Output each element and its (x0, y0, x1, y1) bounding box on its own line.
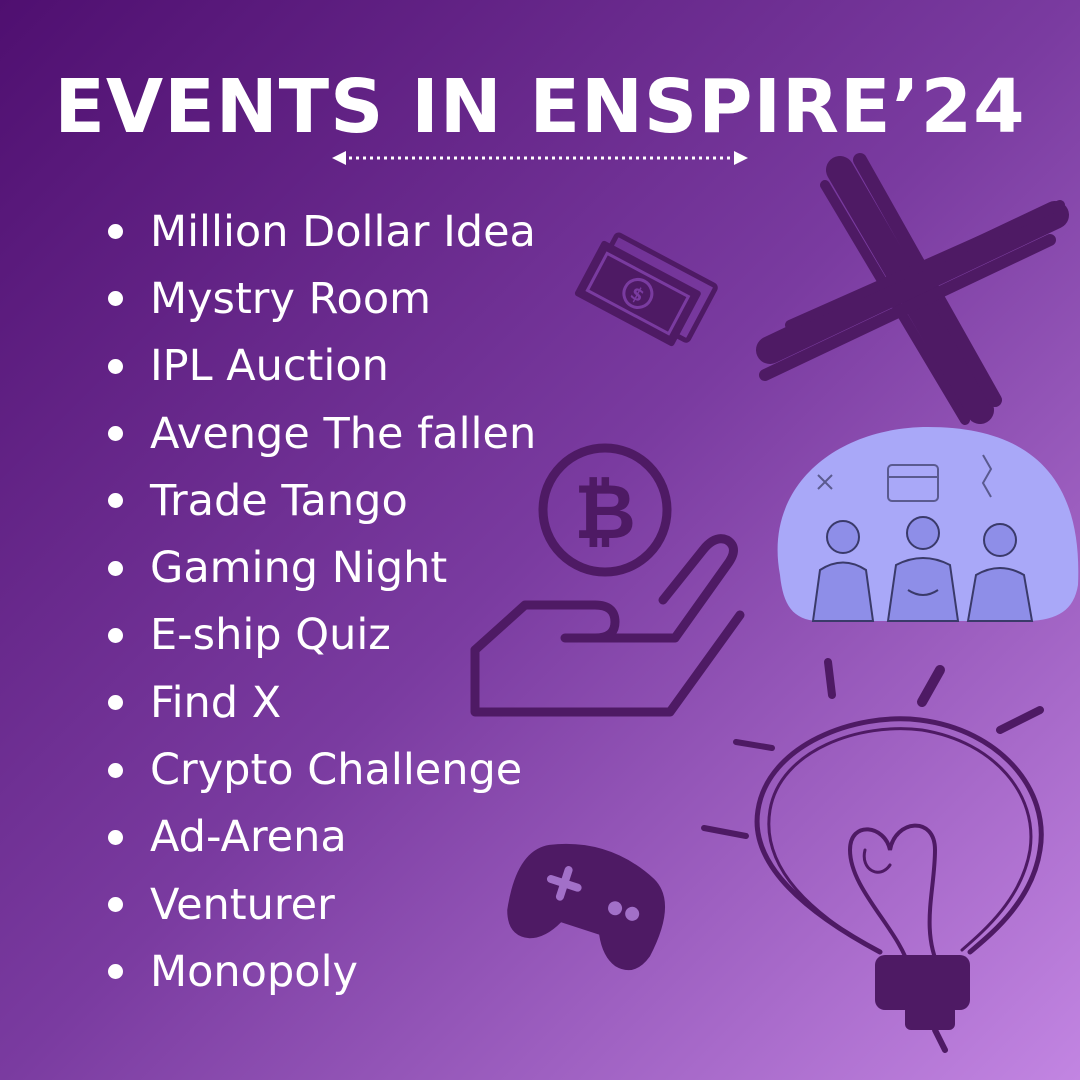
bullet-icon (108, 897, 123, 913)
bullet-icon (108, 627, 123, 643)
bullet-icon (108, 426, 123, 442)
bullet-icon (108, 762, 123, 778)
event-label: Mystry Room (150, 273, 432, 324)
bullet-icon (108, 695, 123, 711)
event-label: Ad-Arena (150, 812, 347, 863)
list-item: Venturer (108, 871, 536, 938)
gamepad-icon (507, 843, 665, 971)
event-label: E-ship Quiz (150, 610, 391, 661)
bullet-icon (108, 829, 123, 845)
list-item: Monopoly (108, 938, 536, 1005)
page-title: EVENTS IN ENSPIRE’24 (54, 64, 1026, 150)
event-label: Crypto Challenge (150, 745, 523, 796)
list-item: Crypto Challenge (108, 736, 536, 803)
money-icon: $ (574, 232, 718, 347)
double-arrow-icon (332, 151, 748, 165)
list-item: Ad-Arena (108, 804, 536, 871)
bullet-icon (108, 560, 123, 576)
bullet-icon (108, 964, 123, 980)
list-item: IPL Auction (108, 333, 536, 400)
event-label: Venturer (150, 879, 335, 930)
event-label: Trade Tango (150, 475, 408, 526)
cross-x-icon (756, 153, 1069, 425)
treasure-hunt-illustration (777, 427, 1079, 622)
list-item: Million Dollar Idea (108, 198, 536, 265)
event-label: Monopoly (150, 946, 358, 997)
bullet-icon (108, 358, 123, 374)
bullet-icon (108, 291, 123, 307)
event-label: Gaming Night (150, 543, 448, 594)
lightbulb-icon (701, 658, 1044, 1053)
bullet-icon (108, 224, 123, 240)
poster: EVENTS IN ENSPIRE’24 Million Dollar Idea… (0, 0, 1080, 1080)
event-label: Find X (150, 677, 282, 728)
svg-text:₿: ₿ (574, 467, 636, 556)
event-label: IPL Auction (150, 341, 389, 392)
event-label: Million Dollar Idea (150, 206, 536, 257)
list-item: Mystry Room (108, 265, 536, 332)
bullet-icon (108, 493, 123, 509)
